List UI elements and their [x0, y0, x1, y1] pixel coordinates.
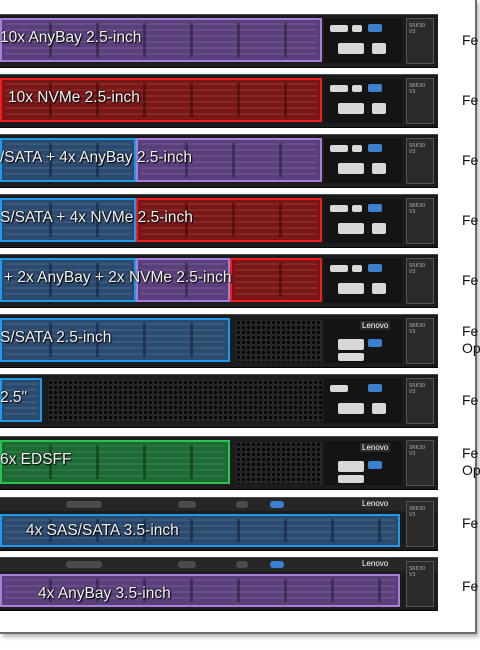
server-config-row: Lenovo 4x AnyBay 3.5-inch SR630 V3 Fe [0, 557, 478, 611]
server-chassis: 6x EDSFF Lenovo SR630 V3 [0, 436, 438, 490]
pull-out-tab[interactable]: SR630 V3 [406, 198, 434, 244]
drive-bay-group-nvme [230, 258, 322, 302]
rear-port-panel: Lenovo [324, 441, 402, 485]
lenovo-logo: Lenovo [360, 321, 391, 330]
rear-port-panel [324, 19, 402, 63]
config-caption: Fe Op [462, 445, 480, 478]
server-config-row: + 2x AnyBay + 2x NVMe 2.5-inch SR630 V3 … [0, 254, 478, 308]
top-io-strip: Lenovo [0, 498, 438, 511]
front-vent-mesh [48, 380, 322, 422]
config-label: 10x NVMe 2.5-inch [8, 89, 140, 106]
server-config-row: S/SATA 2.5-inch Lenovo SR630 V3 Fe Op [0, 314, 480, 368]
server-config-row: 10x AnyBay 2.5-inch SR630 V3 Fe [0, 14, 478, 68]
config-caption: Fe [462, 212, 479, 228]
pull-out-tab[interactable]: SR630 V3 [406, 440, 434, 486]
config-caption: Fe [462, 32, 479, 48]
server-config-row: 10x NVMe 2.5-inch SR630 V3 Fe [0, 74, 478, 128]
config-label: + 2x AnyBay + 2x NVMe 2.5-inch [4, 269, 232, 286]
config-label: /SATA + 4x AnyBay 2.5-inch [0, 149, 192, 166]
pull-out-tab[interactable]: SR630 V3 [406, 138, 434, 184]
rear-port-panel [324, 259, 402, 303]
config-label: 4x AnyBay 3.5-inch [38, 585, 171, 602]
config-caption: Fe Op [462, 323, 480, 356]
pull-out-tab[interactable]: SR630 V3 [406, 501, 434, 547]
pull-out-tab[interactable]: SR630 V3 [406, 561, 434, 607]
top-io-strip: Lenovo [0, 558, 438, 571]
server-chassis: S/SATA 2.5-inch Lenovo SR630 V3 [0, 314, 438, 368]
config-label: 4x SAS/SATA 3.5-inch [26, 522, 179, 539]
pull-out-tab[interactable]: SR630 V3 [406, 18, 434, 64]
lenovo-logo: Lenovo [360, 443, 391, 452]
server-chassis: 10x NVMe 2.5-inch SR630 V3 [0, 74, 438, 128]
front-vent-mesh [236, 320, 322, 362]
rear-port-panel [324, 79, 402, 123]
figure-frame: 10x AnyBay 2.5-inch SR630 V3 Fe 10x NVMe… [0, 0, 480, 634]
rear-port-panel: Lenovo [324, 319, 402, 363]
front-vent-mesh [236, 442, 322, 484]
server-chassis: S/SATA + 4x NVMe 2.5-inch SR630 V3 [0, 194, 438, 248]
config-label: 6x EDSFF [0, 451, 72, 468]
config-label: 10x AnyBay 2.5-inch [0, 29, 142, 46]
server-chassis: 2.5" SR630 V3 [0, 374, 438, 428]
lenovo-logo: Lenovo [360, 559, 391, 568]
server-chassis: /SATA + 4x AnyBay 2.5-inch SR630 V3 [0, 134, 438, 188]
config-caption: Fe [462, 515, 479, 531]
pull-out-tab[interactable]: SR630 V3 [406, 378, 434, 424]
server-config-row: 2.5" SR630 V3 Fe [0, 374, 478, 428]
pull-out-tab[interactable]: SR630 V3 [406, 258, 434, 304]
lenovo-logo: Lenovo [360, 499, 391, 508]
rear-port-panel [324, 379, 402, 423]
config-caption: Fe [462, 92, 479, 108]
config-caption: Fe [462, 392, 479, 408]
server-chassis: 10x AnyBay 2.5-inch SR630 V3 [0, 14, 438, 68]
pull-out-tab[interactable]: SR630 V3 [406, 318, 434, 364]
pull-out-tab[interactable]: SR630 V3 [406, 78, 434, 124]
rear-port-panel [324, 199, 402, 243]
config-label: 2.5" [0, 389, 28, 406]
config-label: S/SATA 2.5-inch [0, 329, 112, 346]
config-caption: Fe [462, 578, 479, 594]
config-caption: Fe [462, 152, 479, 168]
server-config-row: S/SATA + 4x NVMe 2.5-inch SR630 V3 Fe [0, 194, 478, 248]
server-chassis: Lenovo 4x SAS/SATA 3.5-inch SR630 V3 [0, 497, 438, 551]
config-label: S/SATA + 4x NVMe 2.5-inch [0, 209, 193, 226]
server-config-row: Lenovo 4x SAS/SATA 3.5-inch SR630 V3 Fe [0, 497, 478, 551]
rear-port-panel [324, 139, 402, 183]
server-config-row: 6x EDSFF Lenovo SR630 V3 Fe Op [0, 436, 480, 490]
server-chassis: + 2x AnyBay + 2x NVMe 2.5-inch SR630 V3 [0, 254, 438, 308]
server-chassis: Lenovo 4x AnyBay 3.5-inch SR630 V3 [0, 557, 438, 611]
config-caption: Fe [462, 272, 479, 288]
server-config-row: /SATA + 4x AnyBay 2.5-inch SR630 V3 Fe [0, 134, 478, 188]
